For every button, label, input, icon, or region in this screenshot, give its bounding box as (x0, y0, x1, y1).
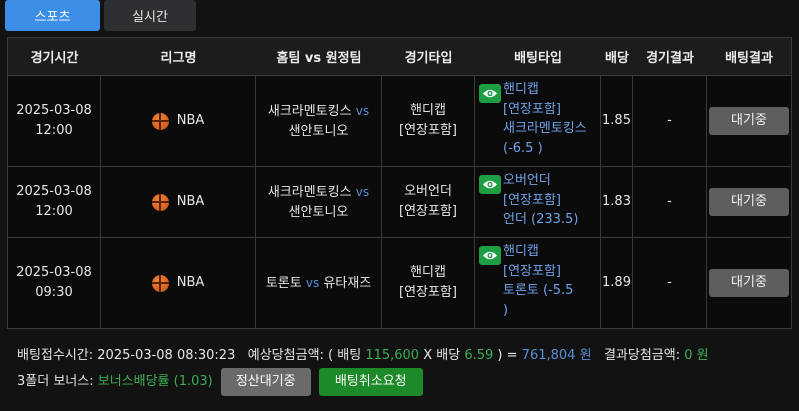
bet-result-cell: 대기중 (707, 167, 791, 237)
tab-live[interactable]: 실시간 (104, 0, 196, 31)
league-cell: NBA (101, 76, 256, 166)
expected-label: 예상당첨금액: ( 배팅 (247, 348, 362, 363)
table-row: 2025-03-08 12:00 NBA 새크라멘토킹스 vs 샌안토니오 오버언더… (8, 167, 791, 238)
teams-cell: 새크라멘토킹스 vs 샌안토니오 (256, 76, 382, 166)
league-name: NBA (176, 113, 205, 128)
header-odds: 배당 (605, 51, 629, 66)
bonus-value: 보너스배당률 (1.03) (97, 374, 213, 389)
header-bet-result: 배팅결과 (725, 51, 773, 66)
settle-pending-button[interactable]: 정산대기중 (220, 368, 311, 396)
table-row: 2025-03-08 09:30 NBA 토론토 vs 유타재즈 핸디캡 [연장포함… (8, 238, 791, 328)
table-row: 2025-03-08 12:00 NBA 새크라멘토킹스 vs 샌안토니오 핸디캡[… (8, 76, 791, 167)
total-odds: 6.59 (464, 348, 494, 363)
accept-time: 2025-03-08 08:30:23 (97, 348, 236, 363)
game-time: 2025-03-08 09:30 (8, 238, 101, 328)
league-cell: NBA (101, 167, 256, 237)
bonus-label: 3폴더 보너스: (17, 374, 94, 389)
teams-cell: 토론토 vs 유타재즈 (256, 238, 382, 328)
pending-button[interactable]: 대기중 (709, 269, 789, 297)
bet-type-cell: 오버언더 [연장포함] 언더 (233.5) (475, 167, 601, 237)
pending-button[interactable]: 대기중 (709, 107, 789, 135)
odds-value: 1.85 (601, 76, 633, 166)
header-bet-type: 배팅타입 (514, 51, 562, 66)
header-game-result: 경기결과 (646, 51, 694, 66)
expected-amount: 761,804 (521, 348, 576, 363)
odds-value: 1.83 (601, 167, 633, 237)
result-label: 결과당첨금액: (603, 348, 681, 363)
close-equals: ) = (497, 348, 518, 363)
cancel-bet-button[interactable]: 배팅취소요청 (318, 368, 423, 396)
bet-summary: 배팅접수시간: 2025-03-08 08:30:23 예상당첨금액: ( 배팅… (17, 344, 709, 396)
league-name: NBA (176, 194, 205, 209)
tab-sports[interactable]: 스포츠 (5, 0, 100, 31)
basketball-icon (151, 112, 169, 130)
game-type-cell: 핸디캡 [연장포함] (382, 238, 475, 328)
summary-line-1: 배팅접수시간: 2025-03-08 08:30:23 예상당첨금액: ( 배팅… (17, 344, 709, 368)
game-result: - (633, 167, 707, 237)
accept-time-label: 배팅접수시간: (17, 348, 94, 363)
odds-value: 1.89 (601, 238, 633, 328)
x-odds-label: X 배당 (423, 348, 461, 363)
bet-result-cell: 대기중 (707, 238, 791, 328)
header-teams: 홈팀 vs 원정팀 (276, 51, 362, 66)
game-result: - (633, 238, 707, 328)
eye-icon[interactable] (479, 246, 501, 265)
game-type-cell: 핸디캡 [연장포함] (382, 76, 475, 166)
teams-cell: 새크라멘토킹스 vs 샌안토니오 (256, 167, 382, 237)
bet-type-cell: 핸디캡 [연장포함] 토론토 (-5.5 ) (475, 238, 601, 328)
game-type-cell: 오버언더 [연장포함] (382, 167, 475, 237)
game-result: - (633, 76, 707, 166)
summary-line-2: 3폴더 보너스: 보너스배당률 (1.03) 정산대기중 배팅취소요청 (17, 368, 709, 396)
bet-result-cell: 대기중 (707, 76, 791, 166)
result-currency-unit: 원 (696, 348, 709, 363)
basketball-icon (151, 193, 169, 211)
result-amount: 0 (684, 348, 693, 363)
header-game-time: 경기시간 (30, 51, 79, 66)
league-cell: NBA (101, 238, 256, 328)
bet-amount: 115,600 (365, 348, 420, 363)
game-time: 2025-03-08 12:00 (8, 76, 101, 166)
header-game-type: 경기타입 (404, 51, 453, 66)
table-header: 경기시간 리그명 홈팀 vs 원정팀 경기타입 배팅타입 배당 경기결과 배팅결… (8, 38, 791, 76)
eye-icon[interactable] (479, 175, 501, 194)
game-time: 2025-03-08 12:00 (8, 167, 101, 237)
header-league: 리그명 (160, 51, 197, 66)
league-name: NBA (176, 275, 205, 290)
tab-bar: 스포츠 실시간 (0, 0, 799, 32)
eye-icon[interactable] (479, 84, 501, 103)
bet-table: 경기시간 리그명 홈팀 vs 원정팀 경기타입 배팅타입 배당 경기결과 배팅결… (7, 37, 792, 329)
pending-button[interactable]: 대기중 (709, 188, 789, 216)
bet-type-cell: 핸디캡 [연장포함] 새크라멘토킹스 (-6.5 ) (475, 76, 601, 166)
currency-unit: 원 (579, 348, 592, 363)
basketball-icon (151, 274, 169, 292)
